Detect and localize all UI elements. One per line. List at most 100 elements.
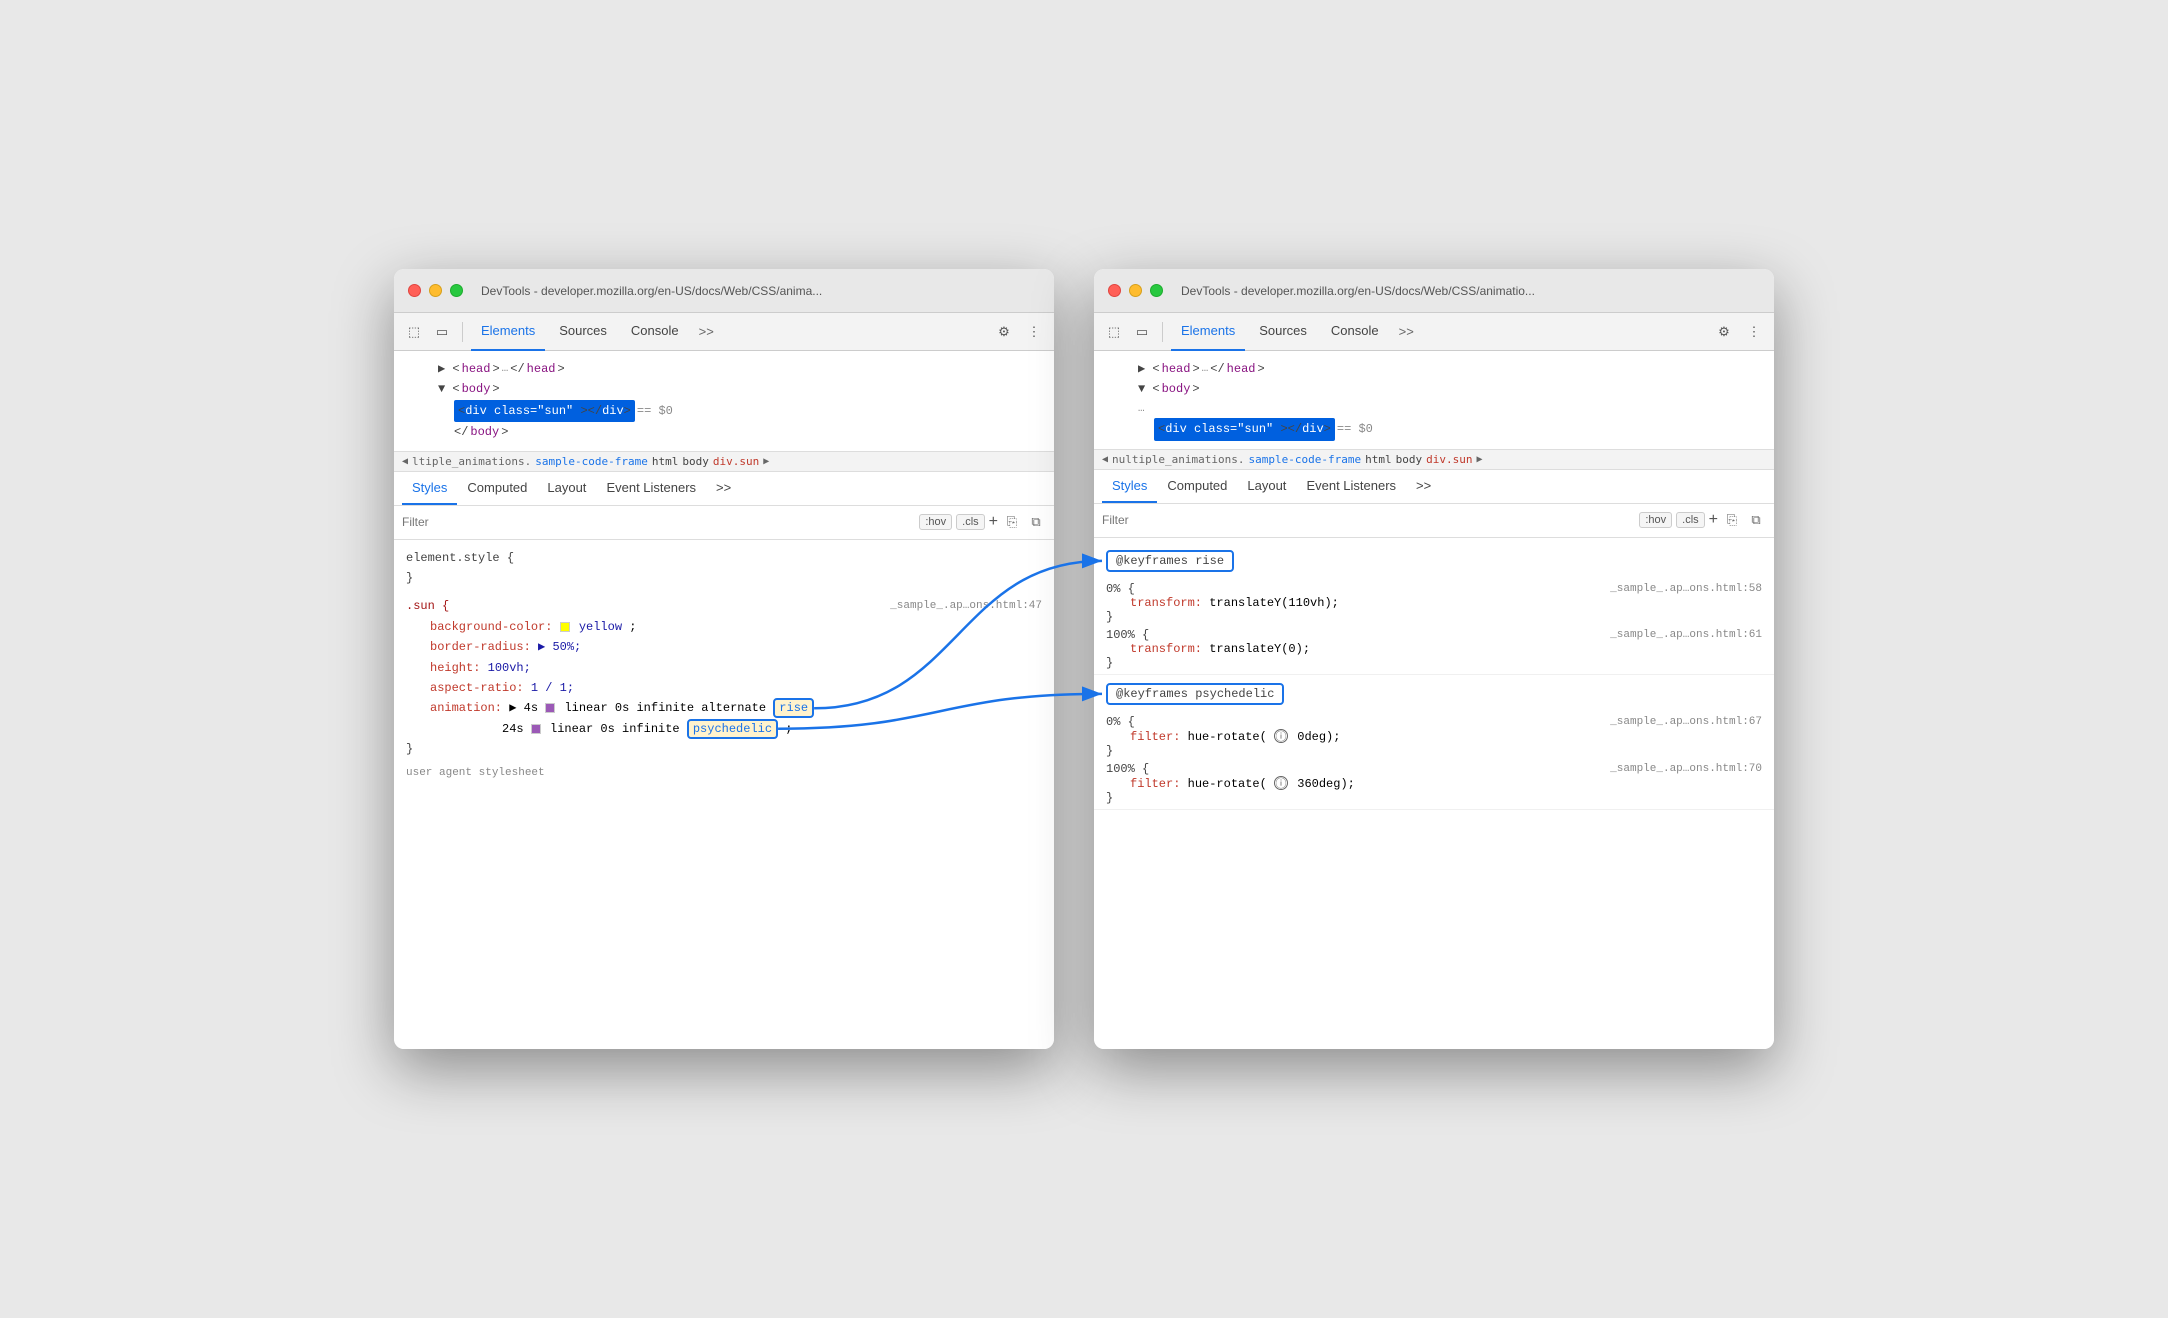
right-menu-icon[interactable]: ⋮ bbox=[1742, 320, 1766, 344]
psychedelic-highlight[interactable]: psychedelic bbox=[687, 719, 778, 739]
right-bc-right-arrow[interactable]: ▶ bbox=[1476, 454, 1482, 465]
cls-button[interactable]: .cls bbox=[956, 514, 985, 530]
rise-100-source[interactable]: _sample_.ap…ons.html:61 bbox=[1610, 629, 1762, 641]
right-copy-styles-icon[interactable]: ⎘ bbox=[1722, 510, 1742, 530]
right-breadcrumb: ◀ nultiple_animations. sample-code-frame… bbox=[1094, 449, 1774, 470]
breadcrumb-left-arrow[interactable]: ◀ bbox=[402, 456, 408, 467]
right-filter-input[interactable] bbox=[1102, 513, 1631, 527]
rise-100-percent: 100% { bbox=[1106, 628, 1149, 642]
left-titlebar: DevTools - developer.mozilla.org/en-US/d… bbox=[394, 269, 1054, 313]
tab-event-listeners[interactable]: Event Listeners bbox=[596, 471, 706, 505]
right-plus-button[interactable]: + bbox=[1709, 511, 1718, 529]
rule-close-brace: } bbox=[406, 568, 1042, 588]
psychedelic-100-block: 100% { _sample_.ap…ons.html:70 filter: h… bbox=[1106, 762, 1762, 805]
tab-computed[interactable]: Computed bbox=[457, 471, 537, 505]
filter-buttons: :hov .cls + ⎘ ⧉ bbox=[919, 512, 1046, 532]
copy-styles-icon[interactable]: ⎘ bbox=[1002, 512, 1022, 532]
tab-more[interactable]: >> bbox=[693, 324, 720, 339]
right-bc-left-arrow[interactable]: ◀ bbox=[1102, 454, 1108, 465]
filter-input[interactable] bbox=[402, 515, 911, 529]
plus-button[interactable]: + bbox=[989, 513, 998, 531]
psychedelic-0-filter: filter: hue-rotate( ⓘ 0deg); bbox=[1106, 729, 1762, 744]
bc-frame[interactable]: sample-code-frame bbox=[535, 455, 648, 468]
info-icon-1: ⓘ bbox=[1274, 729, 1288, 743]
tab-layout[interactable]: Layout bbox=[537, 471, 596, 505]
right-tab-styles[interactable]: Styles bbox=[1102, 469, 1157, 503]
right-minimize-button[interactable] bbox=[1129, 284, 1142, 297]
right-filter-buttons: :hov .cls + ⎘ ⧉ bbox=[1639, 510, 1766, 530]
arrows-svg bbox=[0, 0, 2168, 1318]
right-tab-console[interactable]: Console bbox=[1321, 313, 1389, 351]
right-devtools-window: DevTools - developer.mozilla.org/en-US/d… bbox=[1094, 269, 1774, 1049]
left-styles-content: element.style { } .sun { _sample_.ap…ons… bbox=[394, 540, 1054, 1049]
tab-elements[interactable]: Elements bbox=[471, 313, 545, 351]
gear-icon[interactable]: ⚙ bbox=[992, 320, 1016, 344]
purple-swatch-2 bbox=[531, 724, 541, 734]
left-filter-bar: :hov .cls + ⎘ ⧉ bbox=[394, 506, 1054, 540]
right-gear-icon[interactable]: ⚙ bbox=[1712, 320, 1736, 344]
right-bc-html[interactable]: html bbox=[1365, 453, 1392, 466]
right-close-button[interactable] bbox=[1108, 284, 1121, 297]
right-tab-layout[interactable]: Layout bbox=[1237, 469, 1296, 503]
tab-styles-more[interactable]: >> bbox=[706, 471, 741, 505]
left-devtools-toolbar: ⬚ ▭ Elements Sources Console >> ⚙ ⋮ bbox=[394, 313, 1054, 351]
sun-source[interactable]: _sample_.ap…ons.html:47 bbox=[890, 597, 1042, 616]
minimize-button[interactable] bbox=[429, 284, 442, 297]
left-devtools-window: DevTools - developer.mozilla.org/en-US/d… bbox=[394, 269, 1054, 1049]
right-cursor-icon[interactable]: ⬚ bbox=[1102, 320, 1126, 344]
rise-0-percent: 0% { bbox=[1106, 582, 1135, 596]
right-tab-styles-more[interactable]: >> bbox=[1406, 469, 1441, 503]
right-device-icon[interactable]: ▭ bbox=[1130, 320, 1154, 344]
rise-0-source[interactable]: _sample_.ap…ons.html:58 bbox=[1610, 583, 1762, 595]
right-cls-button[interactable]: .cls bbox=[1676, 512, 1705, 528]
cursor-icon[interactable]: ⬚ bbox=[402, 320, 426, 344]
right-styles-tabs: Styles Computed Layout Event Listeners >… bbox=[1094, 470, 1774, 504]
right-maximize-button[interactable] bbox=[1150, 284, 1163, 297]
menu-icon[interactable]: ⋮ bbox=[1022, 320, 1046, 344]
toolbar-separator bbox=[462, 322, 463, 342]
animation-prop-2: 24s linear 0s infinite psychedelic ; bbox=[406, 719, 1042, 739]
psychedelic-100-source[interactable]: _sample_.ap…ons.html:70 bbox=[1610, 763, 1762, 775]
tab-console[interactable]: Console bbox=[621, 313, 689, 351]
bc-divsun[interactable]: div.sun bbox=[713, 455, 759, 468]
sun-rule-close: } bbox=[406, 739, 1042, 759]
psychedelic-0-source[interactable]: _sample_.ap…ons.html:67 bbox=[1610, 716, 1762, 728]
rise-0-transform: transform: translateY(110vh); bbox=[1106, 596, 1762, 610]
right-hov-button[interactable]: :hov bbox=[1639, 512, 1672, 528]
left-styles-tabs: Styles Computed Layout Event Listeners >… bbox=[394, 472, 1054, 506]
toolbar-right: ⚙ ⋮ bbox=[992, 320, 1046, 344]
dom-div-selected-line[interactable]: <div class="sun" ></div> == $0 bbox=[406, 400, 1042, 422]
right-bc-divsun[interactable]: div.sun bbox=[1426, 453, 1472, 466]
right-sidebar-toggle-icon[interactable]: ⧉ bbox=[1746, 510, 1766, 530]
tab-sources[interactable]: Sources bbox=[549, 313, 617, 351]
right-filter-bar: :hov .cls + ⎘ ⧉ bbox=[1094, 504, 1774, 538]
right-tab-sources[interactable]: Sources bbox=[1249, 313, 1317, 351]
left-breadcrumb: ◀ ltiple_animations. sample-code-frame h… bbox=[394, 451, 1054, 472]
bc-body[interactable]: body bbox=[682, 455, 709, 468]
right-tab-elements[interactable]: Elements bbox=[1171, 313, 1245, 351]
bg-color-prop: background-color: yellow ; bbox=[406, 617, 1042, 637]
right-bc-body[interactable]: body bbox=[1396, 453, 1423, 466]
right-dom-div-selected-line[interactable]: <div class="sun" ></div> == $0 bbox=[1106, 418, 1762, 440]
bc-html[interactable]: html bbox=[652, 455, 679, 468]
sidebar-toggle-icon[interactable]: ⧉ bbox=[1026, 512, 1046, 532]
right-styles-content: @keyframes rise 0% { _sample_.ap…ons.htm… bbox=[1094, 538, 1774, 1049]
sun-rule: .sun { _sample_.ap…ons.html:47 backgroun… bbox=[394, 592, 1054, 763]
right-bc-frame[interactable]: sample-code-frame bbox=[1248, 453, 1361, 466]
right-devtools-toolbar: ⬚ ▭ Elements Sources Console >> ⚙ ⋮ bbox=[1094, 313, 1774, 351]
right-tab-more[interactable]: >> bbox=[1393, 324, 1420, 339]
dom-head-line: ▶ <head> … </head> bbox=[406, 359, 1042, 379]
sun-selector: .sun { bbox=[406, 596, 449, 616]
sun-rule-header: .sun { _sample_.ap…ons.html:47 bbox=[406, 596, 1042, 616]
close-button[interactable] bbox=[408, 284, 421, 297]
tab-styles[interactable]: Styles bbox=[402, 471, 457, 505]
hov-button[interactable]: :hov bbox=[919, 514, 952, 530]
device-icon[interactable]: ▭ bbox=[430, 320, 454, 344]
right-tab-computed[interactable]: Computed bbox=[1157, 469, 1237, 503]
right-tab-event-listeners[interactable]: Event Listeners bbox=[1296, 469, 1406, 503]
dom-body-open-line: ▼ <body> bbox=[406, 379, 1042, 399]
purple-swatch bbox=[545, 703, 555, 713]
maximize-button[interactable] bbox=[450, 284, 463, 297]
rise-highlight[interactable]: rise bbox=[773, 698, 814, 718]
breadcrumb-right-arrow[interactable]: ▶ bbox=[763, 456, 769, 467]
